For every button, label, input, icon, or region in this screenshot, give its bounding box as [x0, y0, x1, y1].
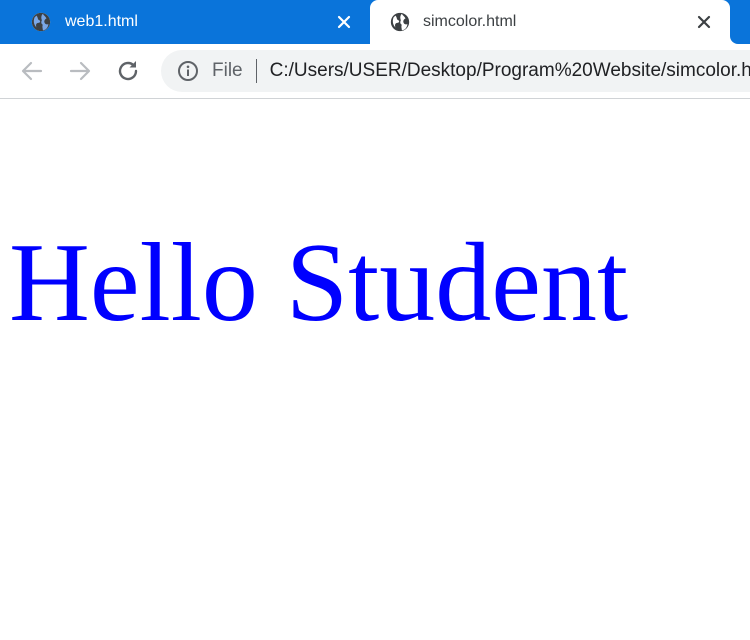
toolbar: File C:/Users/USER/Desktop/Program%20Web…	[0, 44, 750, 99]
info-icon[interactable]	[177, 60, 199, 82]
close-icon[interactable]	[334, 12, 354, 32]
address-bar[interactable]: File C:/Users/USER/Desktop/Program%20Web…	[161, 50, 750, 92]
tab-title: web1.html	[65, 13, 138, 30]
back-arrow-icon[interactable]	[19, 58, 45, 84]
tab-title: simcolor.html	[423, 13, 517, 30]
page-content: Hello Student	[0, 99, 750, 640]
forward-arrow-icon[interactable]	[67, 58, 93, 84]
divider	[255, 59, 257, 83]
url-text[interactable]: C:/Users/USER/Desktop/Program%20Website/…	[270, 60, 750, 82]
new-tab-area	[730, 0, 750, 44]
reload-icon[interactable]	[115, 58, 141, 84]
tab-web1[interactable]: web1.html	[0, 0, 368, 44]
page-heading: Hello Student	[9, 221, 629, 345]
scheme-label: File	[212, 60, 243, 81]
globe-icon	[31, 12, 51, 32]
globe-icon	[390, 12, 410, 32]
tab-simcolor[interactable]: simcolor.html	[370, 0, 730, 44]
tab-strip: web1.html simcolor.html	[0, 0, 750, 44]
close-icon[interactable]	[694, 12, 714, 32]
